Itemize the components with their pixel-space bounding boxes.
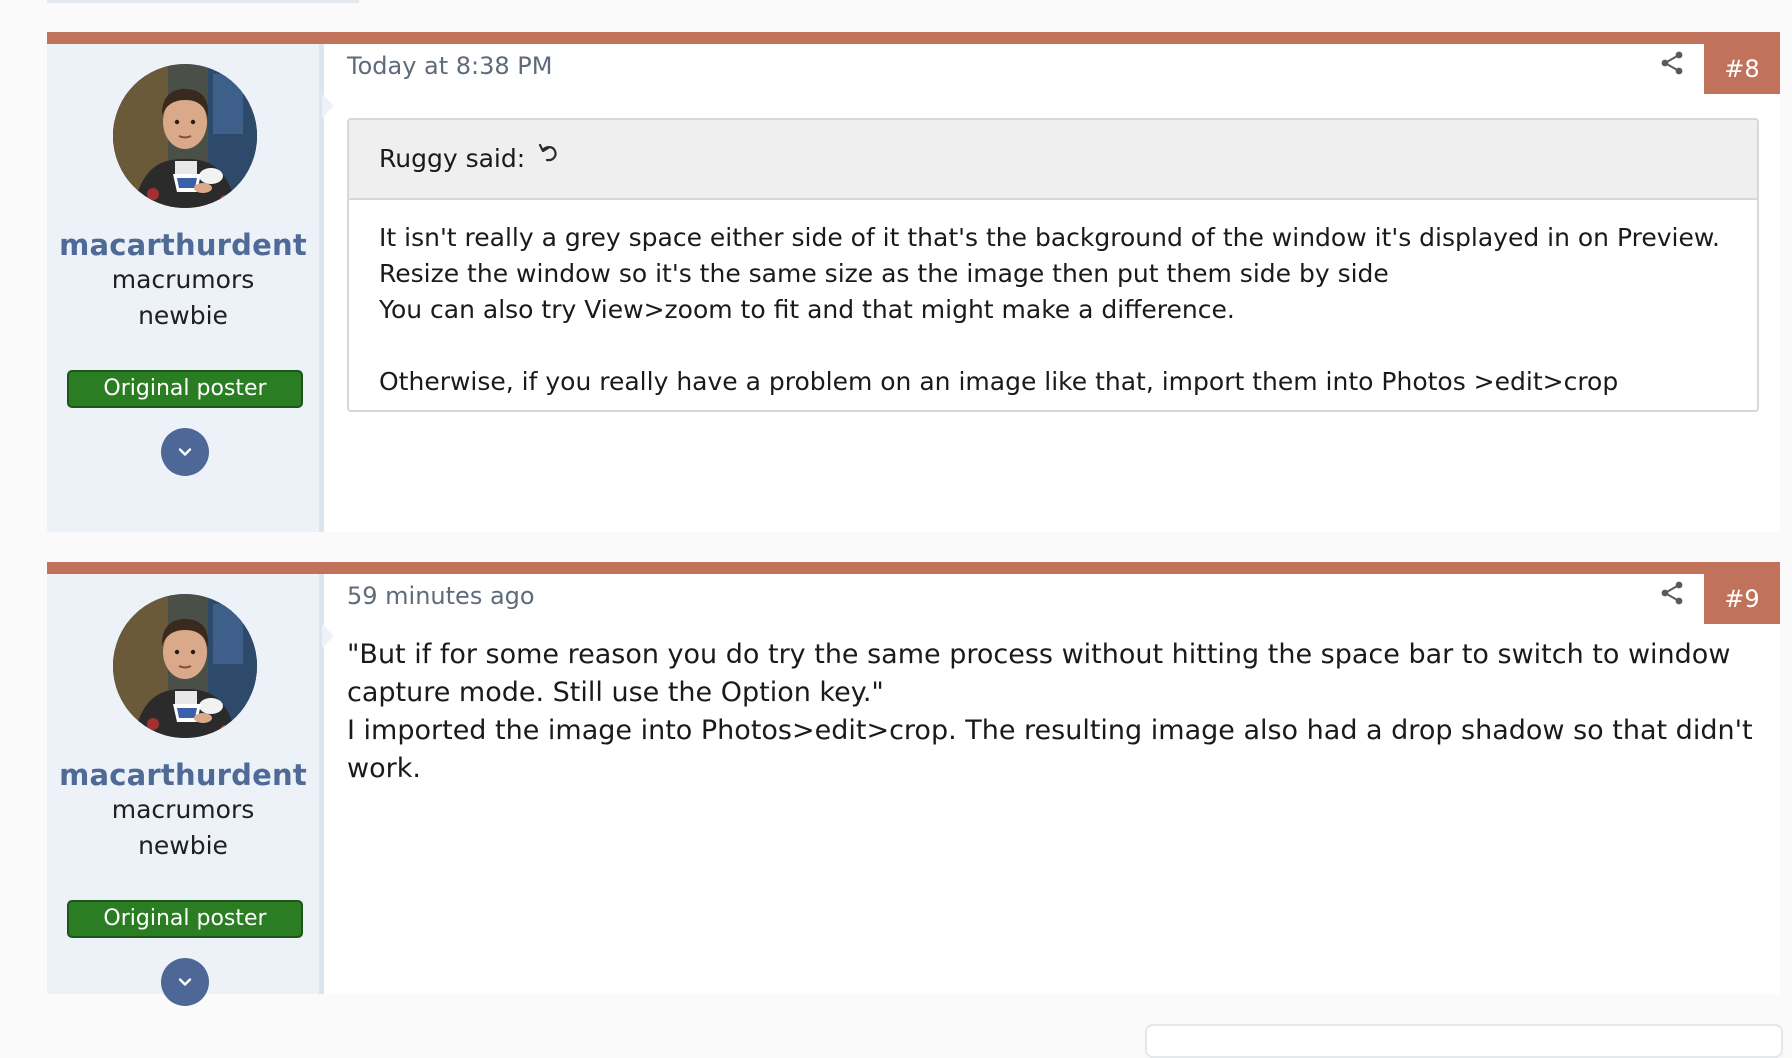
- expand-user-button[interactable]: [161, 958, 209, 1006]
- quote-line: It isn't really a grey space either side…: [379, 223, 1720, 252]
- post-8: macarthurdent macrumors newbie Original …: [47, 32, 1780, 532]
- post-accent-bar: [47, 562, 1780, 574]
- post-paragraph: "But if for some reason you do try the s…: [347, 639, 1731, 708]
- user-title: macrumors newbie: [47, 792, 319, 864]
- user-title-line: macrumors: [111, 795, 255, 824]
- quote-content: It isn't really a grey space either side…: [349, 200, 1757, 410]
- post-paragraph: I imported the image into Photos>edit>cr…: [347, 715, 1753, 784]
- previous-post-edge: [47, 0, 359, 3]
- username[interactable]: macarthurdent: [47, 228, 319, 262]
- post-timestamp[interactable]: Today at 8:38 PM: [347, 52, 553, 80]
- avatar[interactable]: [113, 594, 257, 738]
- chevron-down-icon: [178, 448, 192, 456]
- return-arrow-icon[interactable]: [537, 118, 559, 196]
- share-icon[interactable]: [1659, 580, 1685, 606]
- quote-line: Resize the window so it's the same size …: [379, 259, 1389, 288]
- user-title: macrumors newbie: [47, 262, 319, 334]
- chevron-down-icon: [178, 978, 192, 986]
- user-panel-arrow: [322, 624, 334, 648]
- expand-user-button[interactable]: [161, 428, 209, 476]
- avatar-image: [113, 594, 257, 738]
- user-title-line: newbie: [138, 301, 228, 330]
- post-timestamp[interactable]: 59 minutes ago: [347, 582, 535, 610]
- quote-header: Ruggy said:: [349, 120, 1757, 200]
- next-element-edge: [1145, 1024, 1783, 1058]
- post-content: "But if for some reason you do try the s…: [347, 636, 1767, 788]
- post-number-link[interactable]: #8: [1704, 44, 1780, 94]
- user-panel: macarthurdent macrumors newbie Original …: [47, 44, 334, 532]
- post-number-link[interactable]: #9: [1704, 574, 1780, 624]
- post-9: macarthurdent macrumors newbie Original …: [47, 562, 1780, 1006]
- original-poster-badge: Original poster: [67, 370, 303, 408]
- quote-line: You can also try View>zoom to fit and th…: [379, 295, 1235, 324]
- user-title-line: newbie: [138, 831, 228, 860]
- quote-block: Ruggy said: It isn't really a grey space…: [347, 118, 1759, 412]
- user-panel: macarthurdent macrumors newbie Original …: [47, 574, 334, 1006]
- username[interactable]: macarthurdent: [47, 758, 319, 792]
- avatar[interactable]: [113, 64, 257, 208]
- avatar-image: [113, 64, 257, 208]
- original-poster-badge: Original poster: [67, 900, 303, 938]
- user-title-line: macrumors: [111, 265, 255, 294]
- post-accent-bar: [47, 32, 1780, 44]
- share-icon[interactable]: [1659, 50, 1685, 76]
- user-panel-arrow: [322, 94, 334, 118]
- quote-line: Otherwise, if you really have a problem …: [379, 367, 1619, 396]
- quote-author[interactable]: Ruggy said:: [379, 144, 525, 173]
